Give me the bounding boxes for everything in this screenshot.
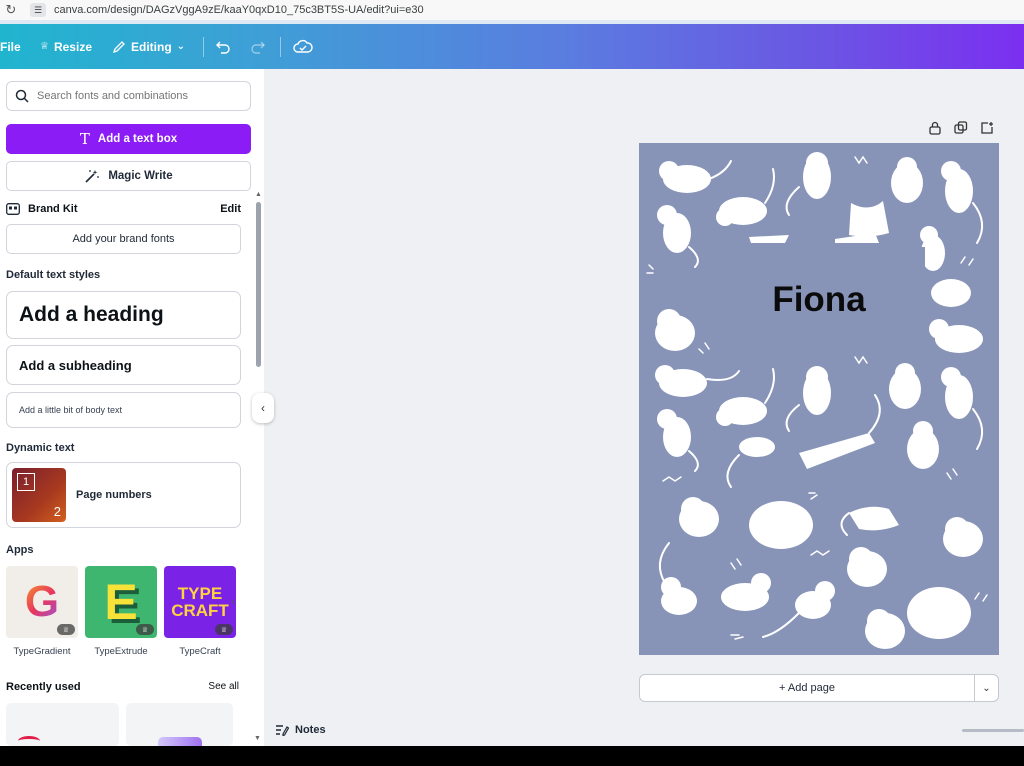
name-text[interactable]: Fiona bbox=[772, 280, 865, 320]
editing-mode-button[interactable]: Editing ⌄ bbox=[112, 40, 185, 54]
apps-heading: Apps bbox=[6, 544, 34, 556]
recent-item-graphic bbox=[18, 736, 40, 746]
brand-kit-row: Brand Kit Edit bbox=[6, 201, 241, 217]
crown-icon: ♕ bbox=[136, 624, 154, 635]
chevron-left-icon: ‹ bbox=[261, 401, 265, 415]
add-page-icon[interactable] bbox=[980, 121, 994, 135]
see-all-link[interactable]: See all bbox=[208, 681, 239, 693]
body-text-label: Add a little bit of body text bbox=[19, 405, 123, 415]
app-name: TypeCraft bbox=[179, 646, 221, 657]
recently-used-heading: Recently used bbox=[6, 681, 81, 693]
app-name: TypeExtrude bbox=[94, 646, 148, 657]
scroll-up-arrow-icon[interactable]: ▲ bbox=[255, 191, 262, 198]
add-subheading-button[interactable]: Add a subheading bbox=[6, 345, 241, 385]
subheading-label: Add a subheading bbox=[19, 357, 132, 373]
page-numbers-thumbnail: 1 2 bbox=[12, 468, 66, 522]
search-icon bbox=[15, 89, 29, 103]
typeextrude-glyph: E bbox=[104, 574, 138, 630]
editing-label: Editing bbox=[131, 39, 172, 54]
recent-item-graphic bbox=[158, 737, 202, 746]
reload-icon[interactable]: ↻ bbox=[0, 2, 22, 18]
crown-icon: ♕ bbox=[57, 624, 75, 635]
page-numbers-label: Page numbers bbox=[76, 489, 152, 501]
add-body-text-button[interactable]: Add a little bit of body text bbox=[6, 392, 241, 428]
chevron-down-icon: ⌄ bbox=[982, 682, 991, 694]
undo-icon bbox=[216, 41, 230, 54]
resize-button[interactable]: ♕ Resize bbox=[40, 40, 92, 54]
cloud-check-icon bbox=[293, 39, 313, 53]
dynamic-text-heading: Dynamic text bbox=[6, 442, 75, 454]
notes-button[interactable]: Notes bbox=[275, 724, 326, 736]
redo-icon bbox=[251, 41, 265, 54]
brand-kit-icon bbox=[6, 203, 20, 215]
file-menu-button[interactable]: File bbox=[0, 40, 21, 54]
recent-item[interactable] bbox=[6, 703, 119, 746]
text-t-icon: T bbox=[79, 130, 90, 148]
page-controls bbox=[928, 121, 994, 135]
screen-bottom-edge bbox=[0, 746, 1024, 766]
scroll-down-arrow-icon[interactable]: ▼ bbox=[254, 735, 261, 742]
page-numbers-button[interactable]: 1 2 Page numbers bbox=[6, 462, 241, 528]
typecraft-icon: TYPE CRAFT ♕ bbox=[164, 566, 236, 638]
typegradient-glyph: G bbox=[24, 577, 60, 626]
divider bbox=[280, 36, 281, 57]
app-name: TypeGradient bbox=[13, 646, 71, 657]
magic-wand-icon bbox=[85, 170, 100, 183]
site-info-icon[interactable]: ☰ bbox=[30, 3, 46, 17]
magic-write-button[interactable]: Magic Write bbox=[6, 161, 251, 191]
pencil-icon bbox=[112, 40, 125, 53]
typegradient-icon: G ♕ bbox=[6, 566, 78, 638]
apps-row: G ♕ TypeGradient E ♕ TypeExtrude TYPE CR… bbox=[6, 566, 236, 657]
app-typegradient[interactable]: G ♕ TypeGradient bbox=[6, 566, 78, 657]
add-page-dropdown-button[interactable]: ⌄ bbox=[975, 674, 999, 702]
notes-label: Notes bbox=[295, 724, 326, 736]
duplicate-page-icon[interactable] bbox=[954, 121, 968, 135]
design-page[interactable]: Fiona bbox=[639, 143, 999, 655]
heading-label: Add a heading bbox=[19, 303, 164, 326]
app-typeextrude[interactable]: E ♕ TypeExtrude bbox=[85, 566, 157, 657]
page-number-one: 1 bbox=[17, 473, 35, 491]
collapse-panel-button[interactable]: ‹ bbox=[252, 393, 274, 423]
notes-icon bbox=[276, 725, 289, 736]
divider bbox=[203, 36, 204, 57]
file-label: File bbox=[0, 39, 21, 54]
search-box[interactable] bbox=[6, 81, 251, 111]
editor-toolbar: File ♕ Resize Editing ⌄ bbox=[0, 24, 1024, 69]
add-heading-button[interactable]: Add a heading bbox=[6, 291, 241, 339]
crown-icon: ♕ bbox=[215, 624, 233, 635]
recent-item[interactable] bbox=[126, 703, 233, 746]
search-input[interactable] bbox=[37, 90, 237, 102]
typeextrude-icon: E ♕ bbox=[85, 566, 157, 638]
add-page-button[interactable]: + Add page bbox=[639, 674, 975, 702]
default-text-styles-heading: Default text styles bbox=[6, 269, 101, 281]
add-text-box-button[interactable]: T Add a text box bbox=[6, 124, 251, 154]
redo-button[interactable] bbox=[250, 40, 266, 54]
app-typecraft[interactable]: TYPE CRAFT ♕ TypeCraft bbox=[164, 566, 236, 657]
crown-icon: ♕ bbox=[40, 41, 49, 52]
name-text-box[interactable]: Fiona bbox=[713, 247, 925, 352]
zoom-slider[interactable] bbox=[962, 729, 1024, 732]
add-text-box-label: Add a text box bbox=[97, 133, 178, 145]
chevron-right-icon[interactable]: › bbox=[231, 596, 235, 608]
undo-button[interactable] bbox=[215, 40, 231, 54]
chevron-down-icon: ⌄ bbox=[176, 41, 186, 52]
brand-kit-label: Brand Kit bbox=[28, 203, 78, 215]
page-number-two: 2 bbox=[53, 504, 61, 519]
url-text[interactable]: canva.com/design/DAGzVggA9zE/kaaY0qxD10_… bbox=[54, 4, 424, 16]
browser-address-bar: ↻ ☰ canva.com/design/DAGzVggA9zE/kaaY0qx… bbox=[0, 0, 1024, 20]
magic-write-label: Magic Write bbox=[108, 170, 173, 182]
save-status-button[interactable] bbox=[293, 39, 313, 55]
cat-pattern-background bbox=[646, 152, 988, 649]
add-brand-fonts-button[interactable]: Add your brand fonts bbox=[6, 224, 241, 254]
text-side-panel: T Add a text box Magic Write Brand Kit E… bbox=[0, 69, 264, 746]
panel-scrollbar-thumb[interactable] bbox=[256, 202, 261, 367]
recently-used-row: Recently used See all bbox=[6, 681, 239, 693]
lock-icon[interactable] bbox=[928, 121, 942, 135]
typecraft-glyph: TYPE CRAFT bbox=[171, 584, 229, 620]
resize-label: Resize bbox=[53, 39, 92, 54]
brand-kit-edit-link[interactable]: Edit bbox=[220, 203, 241, 215]
